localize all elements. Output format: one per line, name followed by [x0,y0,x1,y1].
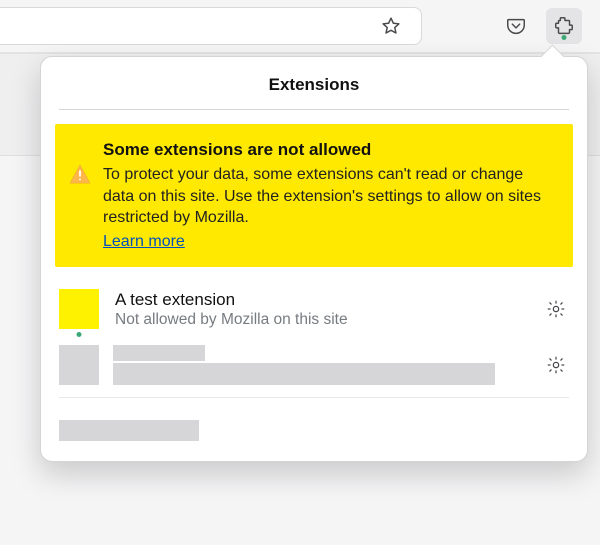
footer-label-placeholder [59,420,199,441]
pocket-icon[interactable] [498,8,534,44]
panel-title: Extensions [41,57,587,109]
extension-row-test[interactable]: A test extension Not allowed by Mozilla … [41,279,587,340]
extension-icon [59,289,99,329]
warning-banner: Some extensions are not allowed To prote… [55,124,573,267]
warning-triangle-icon [69,164,91,189]
bookmark-star-icon[interactable] [373,8,409,44]
extensions-panel: Extensions Some extensions are not allow… [40,56,588,462]
attention-dot-icon [562,35,567,40]
extension-settings-button[interactable] [543,296,569,322]
extension-name: A test extension [115,289,527,310]
extension-icon-placeholder [59,345,99,385]
extensions-icon[interactable] [546,8,582,44]
warning-text: To protect your data, some extensions ca… [103,164,555,229]
divider [59,109,569,110]
extension-row-redacted[interactable] [41,339,587,391]
learn-more-link[interactable]: Learn more [103,233,185,251]
attention-dot-icon [77,332,82,337]
divider [59,397,569,398]
extension-name-placeholder [113,345,205,361]
panel-footer-row[interactable] [41,404,587,459]
extension-status-placeholder [113,363,495,385]
extension-settings-button[interactable] [543,352,569,378]
extension-status: Not allowed by Mozilla on this site [115,310,527,329]
warning-heading: Some extensions are not allowed [103,140,555,160]
address-bar[interactable] [0,7,422,45]
